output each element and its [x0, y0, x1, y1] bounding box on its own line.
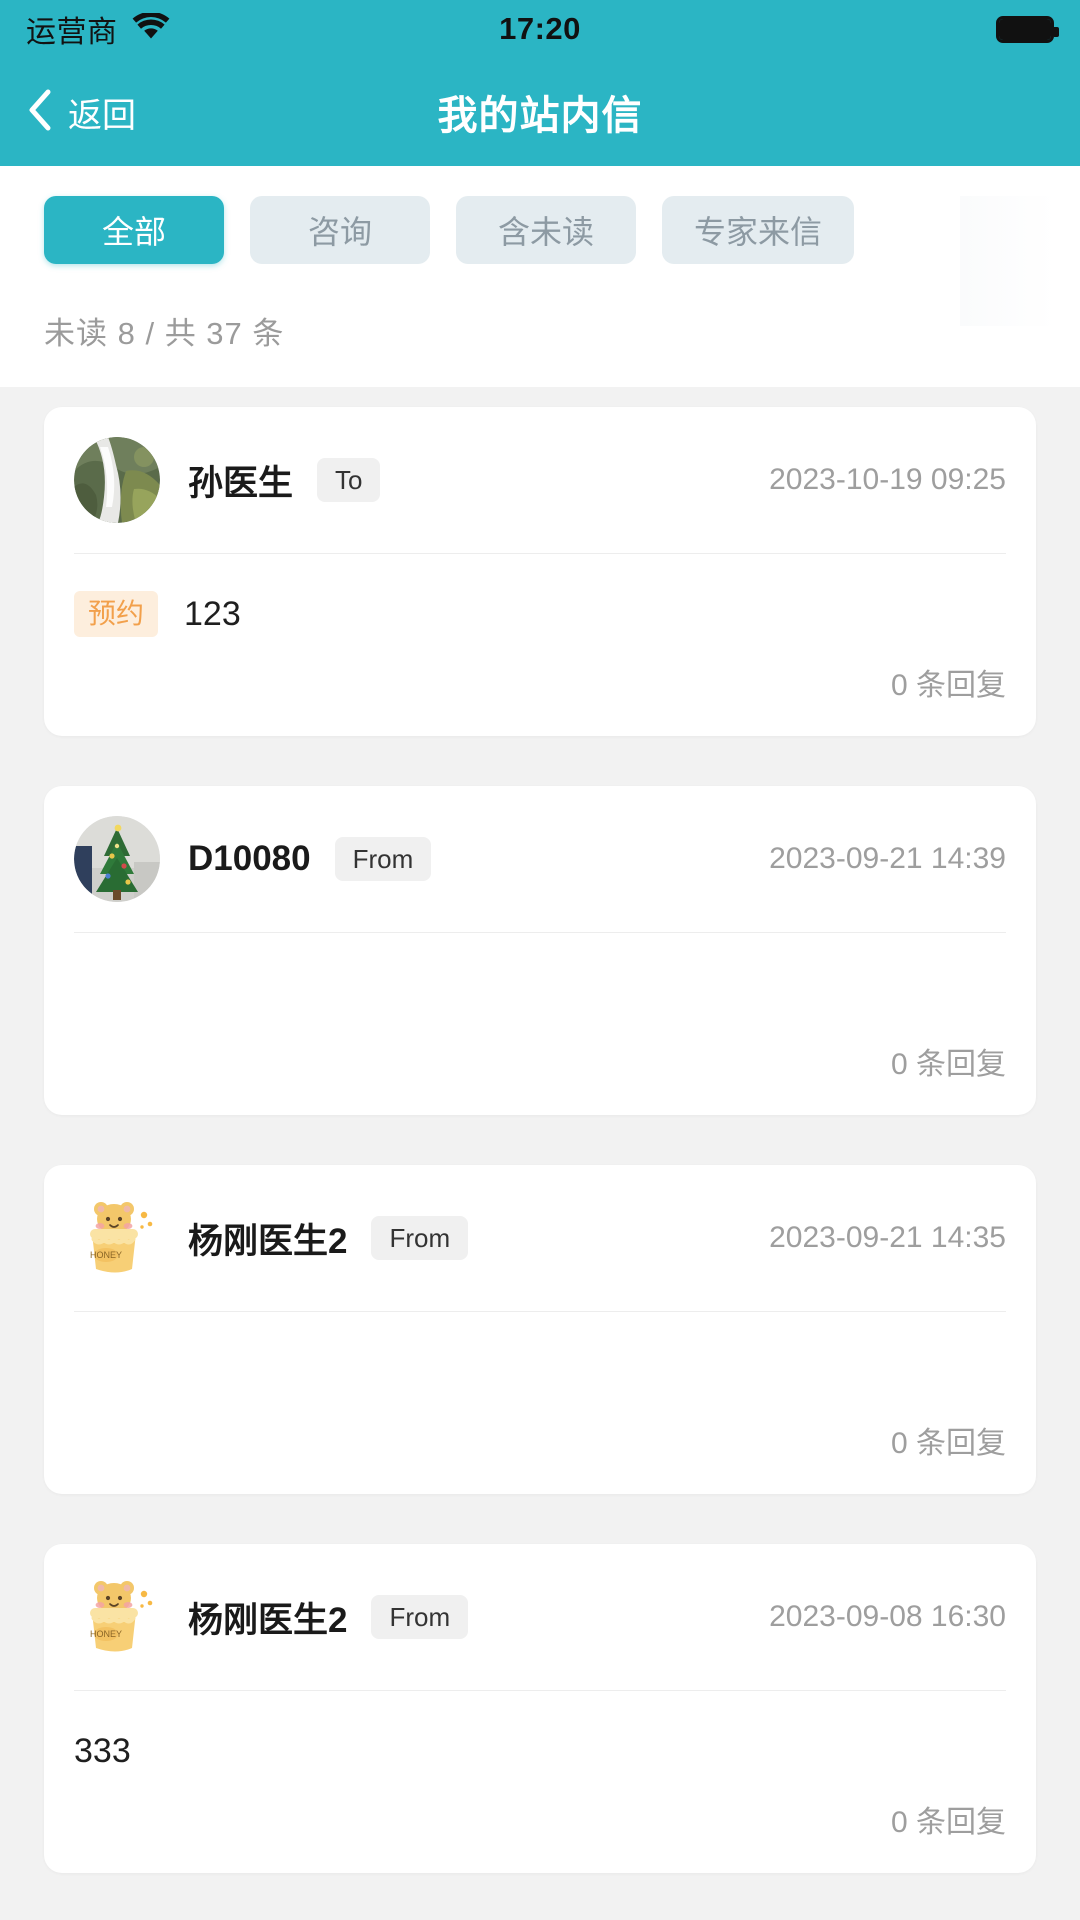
reply-count: 0 条回复: [890, 1427, 1006, 1460]
message-header: 孙医生 To 2023-10-19 09:25: [72, 407, 1008, 553]
message-body: 333: [72, 1691, 1008, 1787]
message-card[interactable]: HONEY 杨刚医生2 From 2023-09-21 14:35 0 条回复: [44, 1165, 1036, 1494]
back-button-label: 返回: [68, 96, 136, 135]
message-body: 预约 123: [72, 554, 1008, 650]
filter-chip-all-label: 全部: [101, 214, 166, 250]
chevron-left-icon: [26, 88, 52, 137]
message-body-text: 333: [74, 1731, 131, 1770]
status-bar: 运营商 17:20: [0, 0, 1080, 58]
message-direction-badge: From: [371, 1595, 469, 1639]
summary-row: 未读 8 / 共 37 条: [0, 264, 1080, 387]
message-header: D10080 From 2023-09-21 14:39: [72, 786, 1008, 932]
message-body: [72, 933, 1008, 1029]
avatar[interactable]: HONEY: [74, 1195, 160, 1281]
message-sender: D10080: [188, 839, 311, 878]
avatar[interactable]: [74, 816, 160, 902]
filter-chip-unread[interactable]: 含未读: [456, 196, 636, 264]
message-date: 2023-09-08 16:30: [769, 1600, 1006, 1633]
message-direction-badge: From: [334, 837, 432, 881]
message-body-text: 123: [184, 594, 241, 633]
message-footer: 0 条回复: [72, 650, 1008, 736]
status-bar-clock: 17:20: [499, 11, 581, 46]
page-title: 我的站内信: [437, 94, 643, 138]
message-date: 2023-09-21 14:39: [769, 842, 1006, 875]
avatar[interactable]: HONEY: [74, 1574, 160, 1660]
app-screen: 运营商 17:20 返回 我的站内信 全部 咨询 含未读 专家来信 未读 8 /…: [0, 0, 1080, 1920]
nav-bar: 返回 我的站内信: [0, 58, 1080, 166]
svg-text:HONEY: HONEY: [90, 1629, 122, 1639]
message-card[interactable]: D10080 From 2023-09-21 14:39 0 条回复: [44, 786, 1036, 1115]
back-button[interactable]: 返回: [26, 88, 136, 137]
reply-count: 0 条回复: [890, 1048, 1006, 1081]
reply-count: 0 条回复: [890, 669, 1006, 702]
message-direction-badge: From: [371, 1216, 469, 1260]
battery-icon: [996, 15, 1059, 43]
status-bar-right: [996, 15, 1059, 43]
message-date: 2023-10-19 09:25: [769, 463, 1006, 496]
message-sender: 杨刚医生2: [188, 1600, 348, 1640]
filter-chip-unread-label: 含未读: [497, 214, 594, 250]
message-header: HONEY 杨刚医生2 From 2023-09-08 16:30: [72, 1544, 1008, 1690]
filter-bar: 全部 咨询 含未读 专家来信: [0, 166, 1080, 326]
filter-chip-expert-letter[interactable]: 专家来信: [662, 196, 855, 264]
message-direction-badge: To: [317, 458, 381, 502]
filter-chip-all[interactable]: 全部: [44, 196, 224, 264]
message-footer: 0 条回复: [72, 1408, 1008, 1494]
message-body: [72, 1312, 1008, 1408]
message-header: HONEY 杨刚医生2 From 2023-09-21 14:35: [72, 1165, 1008, 1311]
avatar[interactable]: [74, 437, 160, 523]
message-footer: 0 条回复: [72, 1029, 1008, 1115]
unread-total-count: 未读 8 / 共 37 条: [44, 316, 285, 351]
message-card[interactable]: 孙医生 To 2023-10-19 09:25 预约 123 0 条回复: [44, 407, 1036, 736]
message-footer: 0 条回复: [72, 1787, 1008, 1873]
message-card[interactable]: HONEY 杨刚医生2 From 2023-09-08 16:30 333 0 …: [44, 1544, 1036, 1873]
filter-chip-consult[interactable]: 咨询: [250, 196, 430, 264]
message-category-tag: 预约: [74, 591, 159, 637]
message-sender: 杨刚医生2: [188, 1221, 348, 1261]
message-list[interactable]: 孙医生 To 2023-10-19 09:25 预约 123 0 条回复 D10…: [0, 387, 1080, 1920]
filter-chip-list: 全部 咨询 含未读 专家来信: [0, 196, 1080, 264]
message-date: 2023-09-21 14:35: [769, 1221, 1006, 1254]
message-sender: 孙医生: [188, 463, 294, 503]
reply-count: 0 条回复: [890, 1806, 1006, 1839]
svg-text:HONEY: HONEY: [90, 1250, 122, 1260]
filter-chip-expert-letter-label: 专家来信: [694, 214, 823, 250]
filter-chip-consult-label: 咨询: [307, 214, 372, 250]
